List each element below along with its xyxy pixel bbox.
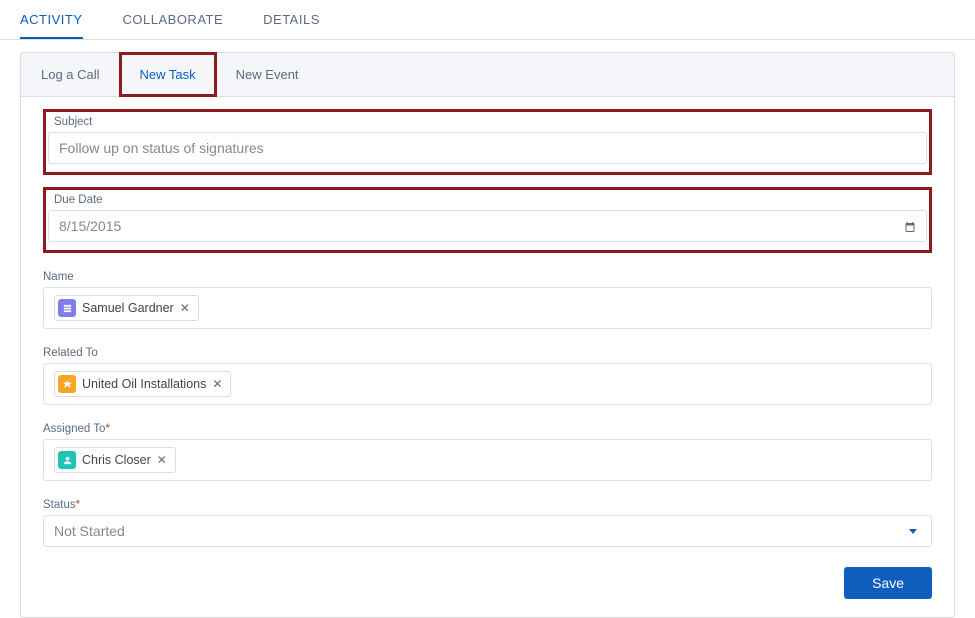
chevron-down-icon: [909, 529, 917, 534]
duedate-value: 8/15/2015: [59, 218, 904, 234]
label-status: Status*: [43, 499, 932, 511]
relatedto-pill-label: United Oil Installations: [82, 377, 206, 391]
label-duedate: Due Date: [54, 194, 927, 206]
field-assignedto: Assigned To* Chris Closer ✕: [43, 423, 932, 481]
tab-details[interactable]: DETAILS: [263, 12, 320, 39]
relatedto-input[interactable]: United Oil Installations ✕: [43, 363, 932, 405]
field-name: Name Samuel Gardner ✕: [43, 271, 932, 329]
button-row: Save: [43, 567, 932, 599]
relatedto-pill-remove-icon[interactable]: ✕: [212, 378, 222, 390]
form-card: Subject Follow up on status of signature…: [20, 96, 955, 618]
label-assignedto: Assigned To*: [43, 423, 932, 435]
name-pill[interactable]: Samuel Gardner ✕: [54, 295, 199, 321]
subtab-log-call[interactable]: Log a Call: [21, 53, 120, 96]
label-subject: Subject: [54, 116, 927, 128]
field-subject: Subject Follow up on status of signature…: [48, 116, 927, 164]
assignedto-pill-remove-icon[interactable]: ✕: [157, 454, 167, 466]
label-name: Name: [43, 271, 932, 283]
status-value: Not Started: [54, 523, 909, 539]
calendar-icon[interactable]: [904, 220, 916, 232]
duedate-input[interactable]: 8/15/2015: [48, 210, 927, 242]
tab-activity[interactable]: ACTIVITY: [20, 12, 83, 39]
tab-collaborate[interactable]: COLLABORATE: [123, 12, 224, 39]
name-input[interactable]: Samuel Gardner ✕: [43, 287, 932, 329]
opportunity-icon: [58, 375, 76, 393]
contact-icon: [58, 299, 76, 317]
user-icon: [58, 451, 76, 469]
subtab-new-task[interactable]: New Task: [120, 53, 216, 96]
subject-value: Follow up on status of signatures: [59, 140, 916, 156]
name-pill-remove-icon[interactable]: ✕: [180, 302, 190, 314]
highlight-duedate: Due Date 8/15/2015: [43, 187, 932, 253]
assignedto-input[interactable]: Chris Closer ✕: [43, 439, 932, 481]
name-pill-label: Samuel Gardner: [82, 301, 174, 315]
highlight-subject: Subject Follow up on status of signature…: [43, 109, 932, 175]
top-tabs: ACTIVITY COLLABORATE DETAILS: [0, 0, 975, 40]
field-relatedto: Related To United Oil Installations ✕: [43, 347, 932, 405]
field-status: Status* Not Started: [43, 499, 932, 547]
sub-tabs: Log a Call New Task New Event: [20, 52, 955, 96]
required-mark: *: [105, 423, 109, 435]
required-mark: *: [76, 499, 80, 511]
assignedto-pill[interactable]: Chris Closer ✕: [54, 447, 176, 473]
save-button[interactable]: Save: [844, 567, 932, 599]
status-select[interactable]: Not Started: [43, 515, 932, 547]
relatedto-pill[interactable]: United Oil Installations ✕: [54, 371, 231, 397]
subject-input[interactable]: Follow up on status of signatures: [48, 132, 927, 164]
subtab-new-event[interactable]: New Event: [216, 53, 319, 96]
label-relatedto: Related To: [43, 347, 932, 359]
assignedto-pill-label: Chris Closer: [82, 453, 151, 467]
field-duedate: Due Date 8/15/2015: [48, 194, 927, 242]
